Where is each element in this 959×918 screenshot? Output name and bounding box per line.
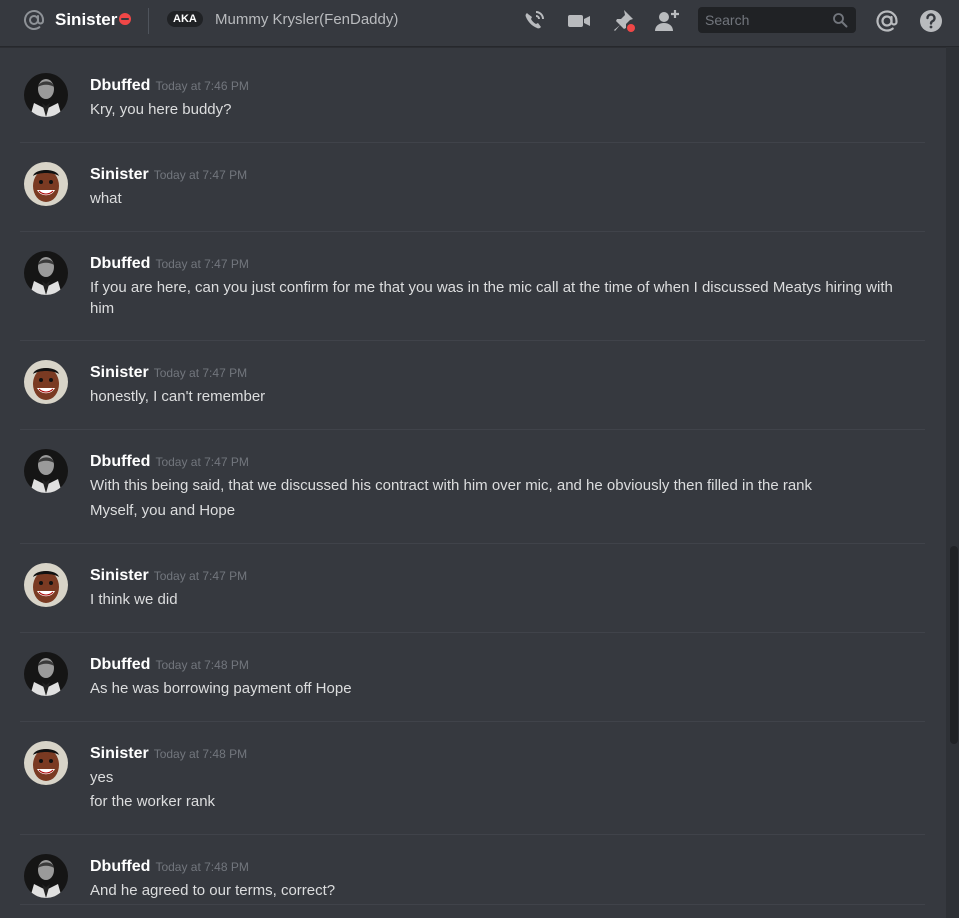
message-divider (20, 231, 925, 232)
message-divider (20, 429, 925, 430)
message-text: And he agreed to our terms, correct? (90, 882, 336, 899)
message-timestamp: Today at 7:47 PM (155, 257, 249, 271)
avatar-dbuffed[interactable] (24, 854, 68, 898)
search-box[interactable] (698, 7, 856, 33)
message-author[interactable]: Sinister Today at 7:47 PM (90, 363, 247, 383)
mention-icon[interactable] (874, 8, 900, 34)
message-timestamp: Today at 7:47 PM (153, 569, 248, 583)
avatar-sinister[interactable] (24, 162, 68, 206)
avatar-sinister[interactable] (24, 563, 68, 607)
avatar-dbuffed[interactable] (24, 251, 68, 295)
avatar-dbuffed[interactable] (24, 73, 68, 117)
call-icon[interactable] (521, 8, 547, 34)
message-divider (20, 340, 925, 341)
message-author[interactable]: Sinister Today at 7:48 PM (90, 744, 247, 764)
message-text: With this being said, that we discussed … (90, 477, 813, 494)
message-text: honestly, I can't remember (90, 388, 266, 405)
message-timestamp: Today at 7:47 PM (153, 168, 248, 182)
avatar-dbuffed[interactable] (24, 652, 68, 696)
message-timestamp: Today at 7:47 PM (155, 455, 249, 469)
aka-badge: AKA (167, 11, 203, 27)
message-author[interactable]: Sinister Today at 7:47 PM (90, 566, 247, 586)
message-text: for the worker rank (90, 793, 216, 810)
message-divider (20, 834, 925, 835)
pin-icon[interactable] (610, 8, 636, 34)
message-author[interactable]: Dbuffed Today at 7:46 PM (90, 76, 249, 96)
dnd-status-icon (119, 13, 131, 25)
message-divider (20, 721, 925, 722)
message-timestamp: Today at 7:46 PM (155, 79, 249, 93)
channel-title: Sinister (55, 10, 118, 29)
message-text: what (90, 190, 122, 207)
message-author[interactable]: Dbuffed Today at 7:48 PM (90, 655, 249, 675)
message-text: yes (90, 769, 114, 786)
message-text: Kry, you here buddy? (90, 101, 232, 118)
message-text: I think we did (90, 591, 178, 608)
search-input[interactable] (698, 7, 831, 33)
nickname-list: Mummy Krysler(FenDaddy) (215, 11, 399, 28)
scrollbar-thumb[interactable] (950, 546, 958, 744)
message-timestamp: Today at 7:48 PM (155, 658, 249, 672)
message-author[interactable]: Sinister Today at 7:47 PM (90, 165, 247, 185)
message-divider (20, 632, 925, 633)
message-timestamp: Today at 7:47 PM (153, 366, 248, 380)
scrollbar-track[interactable] (946, 47, 959, 918)
message-timestamp: Today at 7:48 PM (155, 860, 249, 874)
avatar-dbuffed[interactable] (24, 449, 68, 493)
message-text: As he was borrowing payment off Hope (90, 680, 352, 697)
message-timestamp: Today at 7:48 PM (153, 747, 248, 761)
at-icon (24, 10, 44, 30)
avatar-sinister[interactable] (24, 741, 68, 785)
message-author[interactable]: Dbuffed Today at 7:47 PM (90, 452, 249, 472)
message-author[interactable]: Dbuffed Today at 7:48 PM (90, 857, 249, 877)
message-list[interactable]: Dbuffed Today at 7:46 PM Kry, you here bu… (0, 47, 945, 918)
header-divider (148, 8, 149, 34)
message-divider (20, 543, 925, 544)
channel-header: Sinister AKA Mummy Krysler(FenDaddy) (0, 0, 959, 47)
message-divider (20, 904, 925, 905)
avatar-sinister[interactable] (24, 360, 68, 404)
help-icon[interactable] (918, 8, 944, 34)
message-divider (20, 142, 925, 143)
add-friend-icon[interactable] (654, 8, 680, 34)
message-text: If you are here, can you just confirm fo… (90, 279, 893, 317)
video-icon[interactable] (566, 8, 592, 34)
search-icon (833, 13, 848, 28)
message-text: Myself, you and Hope (90, 502, 236, 519)
message-author[interactable]: Dbuffed Today at 7:47 PM (90, 254, 249, 274)
